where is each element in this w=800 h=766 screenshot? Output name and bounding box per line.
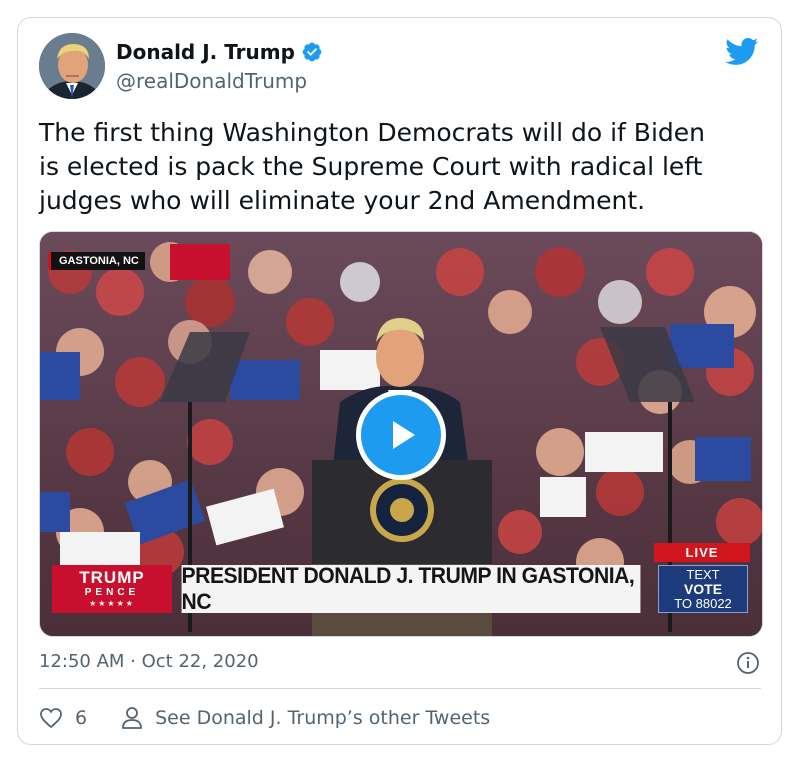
info-icon[interactable] bbox=[736, 651, 760, 675]
play-icon bbox=[393, 421, 415, 449]
like-count: 6 bbox=[75, 707, 88, 729]
heart-icon bbox=[40, 708, 62, 728]
chyron-text: PRESIDENT DONALD J. TRUMP IN GASTONIA, N… bbox=[181, 563, 641, 614]
tweet-footer: 6 See Donald J. Trump’s other Tweets bbox=[39, 706, 490, 730]
text-vote-line2: VOTE bbox=[683, 581, 723, 597]
twitter-bird-icon[interactable] bbox=[725, 38, 759, 66]
author-handle[interactable]: @realDonaldTrump bbox=[116, 69, 307, 93]
tweet-text-line: is elected is pack the Supreme Court wit… bbox=[39, 152, 703, 181]
tweet-text: The first thing Washington Democrats wil… bbox=[39, 116, 759, 218]
avatar-image bbox=[39, 33, 105, 99]
tweet-text-line: judges who will eliminate your 2nd Amend… bbox=[39, 186, 646, 215]
video-player[interactable]: GASTONIA, NC TRUMP PENCE ★★★★★ PRESIDENT… bbox=[39, 231, 763, 637]
location-tag: GASTONIA, NC bbox=[48, 252, 145, 270]
trump-pence-logo: TRUMP PENCE ★★★★★ bbox=[52, 565, 172, 613]
tweet-card: Donald J. Trump @realDonaldTrump The fir… bbox=[17, 17, 782, 745]
lower-third: TRUMP PENCE ★★★★★ PRESIDENT DONALD J. TR… bbox=[52, 563, 650, 614]
text-vote-line1: TEXT bbox=[686, 567, 720, 582]
divider bbox=[39, 688, 761, 689]
author-name-row[interactable]: Donald J. Trump bbox=[116, 40, 323, 64]
tweet-text-line: The first thing Washington Democrats wil… bbox=[39, 118, 705, 147]
person-icon bbox=[122, 707, 142, 729]
avatar[interactable] bbox=[39, 33, 105, 99]
text-vote-line3: TO 88022 bbox=[674, 596, 732, 611]
play-button[interactable] bbox=[356, 390, 446, 480]
tweet-timestamp[interactable]: 12:50 AM · Oct 22, 2020 bbox=[39, 651, 259, 672]
logo-stars: ★★★★★ bbox=[89, 599, 135, 608]
other-tweets-link[interactable]: See Donald J. Trump’s other Tweets bbox=[121, 706, 490, 730]
text-vote-box: TEXT VOTE TO 88022 bbox=[658, 565, 748, 613]
logo-trump-text: TRUMP bbox=[79, 568, 145, 587]
like-button[interactable]: 6 bbox=[39, 707, 87, 729]
author-name[interactable]: Donald J. Trump bbox=[116, 40, 295, 64]
logo-pence-text: PENCE bbox=[84, 587, 140, 598]
other-tweets-label: See Donald J. Trump’s other Tweets bbox=[155, 707, 491, 729]
live-badge: LIVE bbox=[654, 543, 750, 562]
verified-badge-icon bbox=[302, 42, 322, 62]
